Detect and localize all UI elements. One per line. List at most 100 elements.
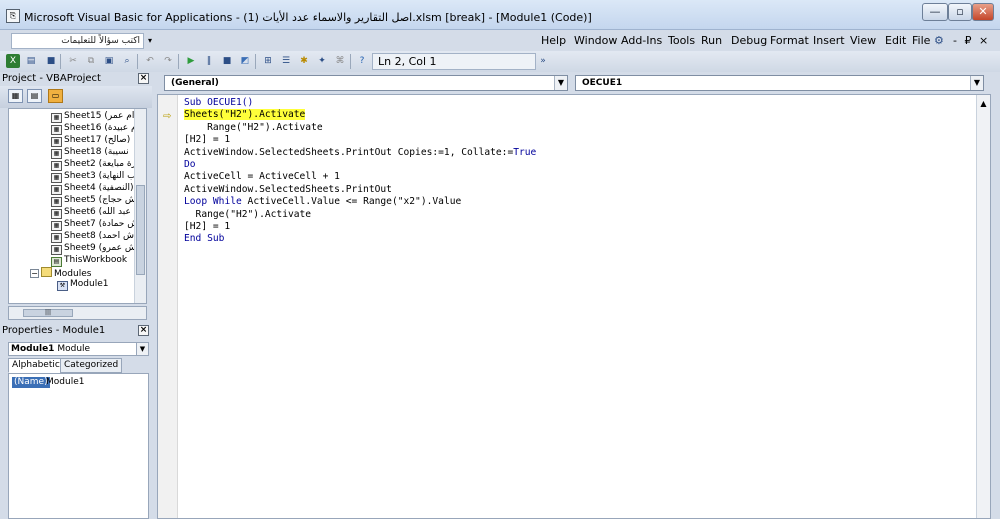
chevron-down-icon[interactable]: ▼	[136, 343, 148, 355]
help-icon[interactable]: ?	[355, 54, 369, 68]
tree-item-sheet9[interactable]: ▦ Sheet9 (ش عمرو	[51, 243, 136, 255]
tree-item-sheet6[interactable]: ▦ Sheet6 (ش عبد الله	[51, 207, 145, 219]
breakpoint-margin[interactable]: ⇨	[158, 95, 178, 518]
menu-tools[interactable]: Tools	[668, 34, 695, 47]
break-icon[interactable]: ‖	[202, 54, 216, 68]
tree-item-sheet16[interactable]: ▦ Sheet16 (م عبيدة	[51, 123, 137, 135]
properties-grid: (Name) Module1	[8, 373, 149, 519]
copy-icon[interactable]: ⧉	[84, 54, 98, 68]
tree-item-sheet18[interactable]: ▦ Sheet18 (نسيبة	[51, 147, 129, 159]
tree-item-sheet2[interactable]: ▦ Sheet2 (ارة مبايعة	[51, 159, 139, 171]
cursor-position-indicator: Ln 2, Col 1	[372, 53, 536, 70]
scrollbar-thumb[interactable]: |||	[23, 309, 73, 317]
collapse-modules-icon[interactable]: −	[30, 269, 39, 278]
window-right-frame	[991, 72, 1000, 519]
restore-button[interactable]: ▫	[948, 3, 972, 21]
scroll-up-icon[interactable]: ▲	[977, 99, 990, 109]
tree-item-sheet17[interactable]: ▦ Sheet17 (صالح)	[51, 135, 130, 147]
code-line: Range("H2").Activate	[184, 121, 323, 133]
tree-item-sheet3[interactable]: ▦ Sheet3 (ب النهاية	[51, 171, 136, 183]
toolbox-icon[interactable]: ✦	[315, 54, 329, 68]
worksheet-icon: ▦	[51, 233, 62, 243]
property-name-cell[interactable]: (Name)	[12, 377, 50, 388]
menu-format[interactable]: Format	[770, 34, 809, 47]
tree-item-sheet7[interactable]: ▦ Sheet7 (ش حمادة	[51, 219, 138, 231]
execution-arrow-icon: ⇨	[163, 111, 172, 122]
redo-icon[interactable]: ↷	[161, 54, 175, 68]
toolbar-overflow-icon[interactable]: »	[539, 54, 547, 68]
properties-close-icon[interactable]: ×	[138, 325, 149, 336]
tab-categorized[interactable]: Categorized	[60, 358, 123, 373]
code-line: Loop While ActiveCell.Value <= Range("x2…	[184, 196, 462, 208]
view-excel-icon[interactable]: X	[6, 54, 20, 68]
chevron-down-icon[interactable]: ▼	[554, 76, 567, 90]
project-explorer-close-icon[interactable]: ×	[138, 73, 149, 84]
undo-icon[interactable]: ↶	[143, 54, 157, 68]
worksheet-icon: ▦	[51, 209, 62, 219]
tree-item-sheet4[interactable]: ▦ Sheet4 (النصفية)	[51, 183, 134, 195]
tree-item-sheet5[interactable]: ▦ Sheet5 (ش حجاج	[51, 195, 136, 207]
menu-file[interactable]: File	[912, 34, 930, 47]
code-lines[interactable]: Sub OECUE1() Sheets("H2").Activate Range(…	[184, 97, 536, 246]
reset-icon[interactable]: ■	[220, 54, 234, 68]
save-icon[interactable]: ■	[44, 54, 58, 68]
menu-help[interactable]: Help	[541, 34, 566, 47]
run-icon[interactable]: ▶	[184, 54, 198, 68]
project-explorer-title-text: Project - VBAProject	[2, 73, 101, 84]
properties-window-icon[interactable]: ☰	[279, 54, 293, 68]
code-line: Range("H2").Activate	[184, 208, 312, 220]
menu-window[interactable]: Window	[574, 34, 617, 47]
cut-icon[interactable]: ✂	[66, 54, 80, 68]
view-object-icon[interactable]: ▤	[27, 89, 42, 103]
chevron-down-icon[interactable]: ▼	[970, 76, 983, 90]
workbook-icon: ▤	[51, 257, 62, 267]
menu-debug[interactable]: Debug	[731, 34, 767, 47]
toolbar-options-icon[interactable]: ⌘	[333, 54, 347, 68]
menu-run[interactable]: Run	[701, 34, 722, 47]
find-icon[interactable]: ⌕	[120, 54, 134, 68]
ask-question-input[interactable]: اكتب سؤالاً للتعليمات	[11, 33, 144, 49]
vba-app-icon[interactable]: ⎘	[6, 9, 20, 23]
design-mode-icon[interactable]: ◩	[238, 54, 252, 68]
toolbar-separator	[137, 54, 138, 69]
procedure-combo[interactable]: OECUE1 ▼	[575, 75, 984, 91]
project-tree: ▦ Sheet15 (ام عمر ▦ Sheet16 (م عبيدة ▦ Shee…	[8, 108, 147, 304]
tree-item-module1[interactable]: ⚒ Module1	[57, 279, 108, 291]
scrollbar-thumb[interactable]	[136, 185, 145, 275]
menu-insert[interactable]: Insert	[813, 34, 845, 47]
worksheet-icon: ▦	[51, 197, 62, 207]
close-button[interactable]: ✕	[972, 3, 994, 21]
tree-item-thisworkbook[interactable]: ▤ ThisWorkbook	[51, 255, 127, 267]
paste-icon[interactable]: ▣	[102, 54, 116, 68]
worksheet-icon: ▦	[51, 149, 62, 159]
title-bar: ⎘ Microsoft Visual Basic for Application…	[0, 0, 1000, 30]
project-tree-horizontal-scrollbar[interactable]: |||	[8, 306, 147, 320]
tree-item-modules-folder[interactable]: Modules	[41, 267, 91, 279]
insert-module-icon[interactable]: ▤	[24, 54, 38, 68]
menu-add-ins[interactable]: Add-Ins	[621, 34, 662, 47]
mdi-window-controls[interactable]: - ₽ ×	[953, 34, 990, 47]
property-value-cell[interactable]: Module1	[46, 377, 84, 388]
tab-alphabetic[interactable]: Alphabetic	[8, 358, 64, 373]
minimize-button[interactable]: —	[922, 3, 948, 21]
folder-icon	[41, 267, 52, 277]
toggle-folders-icon[interactable]: ▭	[48, 89, 63, 103]
code-editor[interactable]: ⇨ Sub OECUE1() Sheets("H2").Activate Rang…	[157, 94, 991, 519]
module-icon: ⚒	[57, 281, 68, 291]
object-combo[interactable]: (General) ▼	[164, 75, 568, 91]
project-explorer-icon[interactable]: ⊞	[261, 54, 275, 68]
menu-edit[interactable]: Edit	[885, 34, 906, 47]
code-line: Do	[184, 159, 196, 171]
properties-object-combo[interactable]: Module1 Module ▼	[8, 342, 149, 356]
ask-dropdown-icon[interactable]: ▾	[144, 33, 156, 49]
tree-item-sheet8[interactable]: ▦ Sheet8 (ش احمد	[51, 231, 134, 243]
code-line: ActiveCell = ActiveCell + 1	[184, 171, 340, 183]
excel-menu-icon[interactable]: ⚙	[934, 34, 944, 47]
project-tree-vertical-scrollbar[interactable]	[134, 109, 146, 303]
code-vertical-scrollbar[interactable]: ▲	[976, 95, 990, 518]
tree-item-sheet15[interactable]: ▦ Sheet15 (ام عمر	[51, 111, 134, 123]
menu-view[interactable]: View	[850, 34, 876, 47]
object-browser-icon[interactable]: ✱	[297, 54, 311, 68]
view-code-icon[interactable]: ▦	[8, 89, 23, 103]
toolbar-separator	[178, 54, 179, 69]
